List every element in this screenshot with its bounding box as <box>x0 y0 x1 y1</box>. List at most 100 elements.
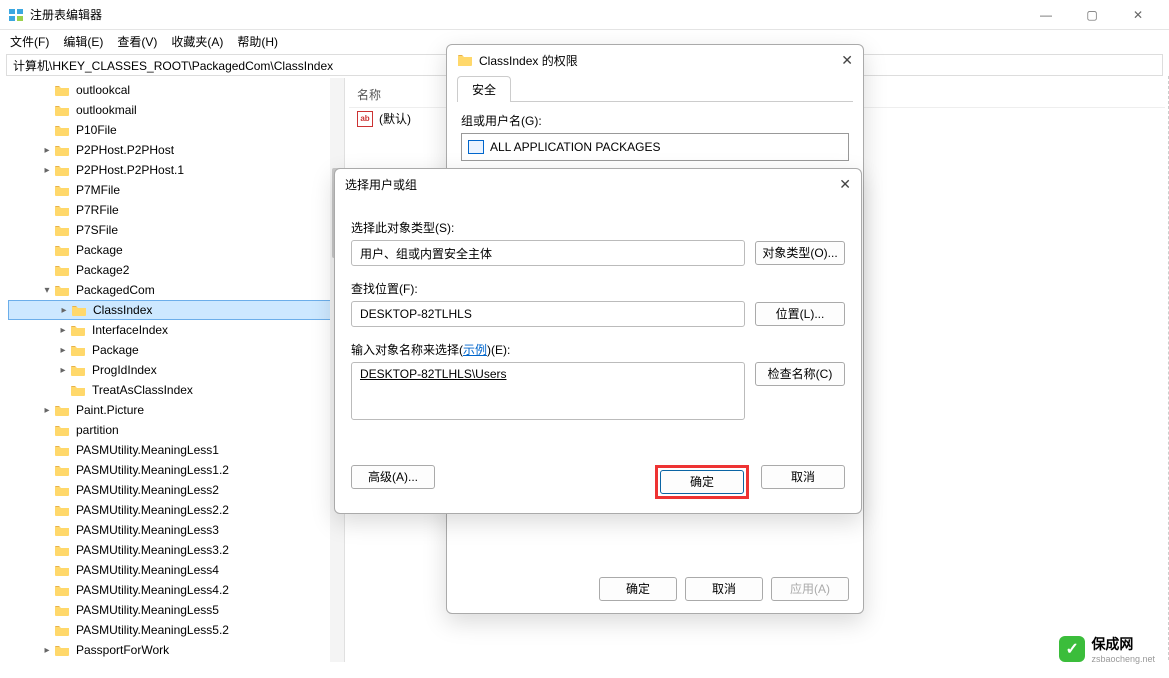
tree-expand-icon[interactable] <box>40 645 54 656</box>
tree-item-package[interactable]: Package <box>8 240 344 260</box>
tree-item-p7rfile[interactable]: P7RFile <box>8 200 344 220</box>
tree-item-label: partition <box>74 423 121 437</box>
permissions-apply-button[interactable]: 应用(A) <box>771 577 849 601</box>
tree-item-p2phostp2phost[interactable]: P2PHost.P2PHost <box>8 140 344 160</box>
folder-icon <box>54 243 70 257</box>
tree-expand-icon[interactable] <box>56 365 70 376</box>
tree-item-label: outlookcal <box>74 83 132 97</box>
locations-button[interactable]: 位置(L)... <box>755 302 845 326</box>
object-names-label: 输入对象名称来选择(示例)(E): <box>351 341 845 358</box>
object-types-button[interactable]: 对象类型(O)... <box>755 241 845 265</box>
select-cancel-button[interactable]: 取消 <box>761 465 845 489</box>
select-dialog-close-icon[interactable]: ✕ <box>839 176 851 193</box>
folder-icon <box>54 463 70 477</box>
tree-expand-icon[interactable] <box>40 145 54 156</box>
tree-item-label: Package2 <box>74 263 131 277</box>
folder-icon <box>54 263 70 277</box>
permissions-cancel-button[interactable]: 取消 <box>685 577 763 601</box>
tree-item-pasmutilitymeaningless42[interactable]: PASMUtility.MeaningLess4.2 <box>8 580 344 600</box>
select-dialog-title: 选择用户或组 <box>345 176 417 193</box>
tree-item-package2[interactable]: Package2 <box>8 260 344 280</box>
select-dialog-titlebar[interactable]: 选择用户或组 ✕ <box>335 169 861 199</box>
examples-link[interactable]: 示例 <box>463 343 487 357</box>
tree-item-packagedcom[interactable]: PackagedCom <box>8 280 344 300</box>
tree-item-pasmutilitymeaningless2[interactable]: PASMUtility.MeaningLess2 <box>8 480 344 500</box>
watermark: 保成网 zsbaocheng.net <box>1059 634 1155 664</box>
location-field: DESKTOP-82TLHLS <box>351 301 745 327</box>
tree-item-treatasclassindex[interactable]: TreatAsClassIndex <box>8 380 344 400</box>
folder-icon <box>54 423 70 437</box>
tree-item-pasmutilitymeaningless22[interactable]: PASMUtility.MeaningLess2.2 <box>8 500 344 520</box>
tree-item-interfaceindex[interactable]: InterfaceIndex <box>8 320 344 340</box>
tree-item-pasmutilitymeaningless5[interactable]: PASMUtility.MeaningLess5 <box>8 600 344 620</box>
check-names-button[interactable]: 检查名称(C) <box>755 362 845 386</box>
tree-expand-icon[interactable] <box>56 345 70 356</box>
folder-icon <box>54 203 70 217</box>
group-or-user-list[interactable]: ALL APPLICATION PACKAGES <box>461 133 849 161</box>
package-icon <box>468 140 484 154</box>
menu-favorites[interactable]: 收藏夹(A) <box>165 31 229 52</box>
menu-help[interactable]: 帮助(H) <box>231 31 284 52</box>
tree-expand-icon[interactable] <box>40 405 54 416</box>
menu-view[interactable]: 查看(V) <box>111 31 163 52</box>
tree-item-pasmutilitymeaningless4[interactable]: PASMUtility.MeaningLess4 <box>8 560 344 580</box>
tree-item-label: P10File <box>74 123 119 137</box>
permissions-titlebar[interactable]: ClassIndex 的权限 ✕ <box>447 45 863 75</box>
tree-item-label: PASMUtility.MeaningLess2 <box>74 483 221 497</box>
tree-pane[interactable]: outlookcal outlookmail P10File P2PHost.P2PH… <box>0 78 345 662</box>
tree-item-label: PackagedCom <box>74 283 157 297</box>
minimize-button[interactable]: — <box>1023 0 1069 30</box>
tree-item-pasmutilitymeaningless1[interactable]: PASMUtility.MeaningLess1 <box>8 440 344 460</box>
folder-icon <box>54 563 70 577</box>
tree-item-package[interactable]: Package <box>8 340 344 360</box>
tree-item-progidindex[interactable]: ProgIdIndex <box>8 360 344 380</box>
tree-item-label: P7MFile <box>74 183 122 197</box>
folder-icon <box>54 183 70 197</box>
window-title: 注册表编辑器 <box>30 6 1023 23</box>
select-ok-button[interactable]: 确定 <box>660 470 744 494</box>
close-button[interactable]: ✕ <box>1115 0 1161 30</box>
tree-item-passportforwork[interactable]: PassportForWork <box>8 640 344 660</box>
titlebar: 注册表编辑器 — ▢ ✕ <box>0 0 1169 30</box>
tree-item-paintpicture[interactable]: Paint.Picture <box>8 400 344 420</box>
tree-item-outlookmail[interactable]: outlookmail <box>8 100 344 120</box>
tree-expand-icon[interactable] <box>40 285 54 296</box>
permissions-close-icon[interactable]: ✕ <box>841 52 853 69</box>
advanced-button[interactable]: 高级(A)... <box>351 465 435 489</box>
tree-expand-icon[interactable] <box>56 325 70 336</box>
tree-item-pasmutilitymeaningless52[interactable]: PASMUtility.MeaningLess5.2 <box>8 620 344 640</box>
tree-item-partition[interactable]: partition <box>8 420 344 440</box>
folder-icon <box>54 543 70 557</box>
value-name: (默认) <box>379 110 411 127</box>
tree-item-label: PASMUtility.MeaningLess2.2 <box>74 503 231 517</box>
folder-icon <box>54 583 70 597</box>
select-user-group-dialog: 选择用户或组 ✕ 选择此对象类型(S): 用户、组或内置安全主体 对象类型(O)… <box>334 168 862 514</box>
tree-item-p10file[interactable]: P10File <box>8 120 344 140</box>
tree-item-pasmutilitymeaningless3[interactable]: PASMUtility.MeaningLess3 <box>8 520 344 540</box>
tree-item-label: TreatAsClassIndex <box>90 383 195 397</box>
tree-item-label: outlookmail <box>74 103 139 117</box>
tree-item-pasmutilitymeaningless12[interactable]: PASMUtility.MeaningLess1.2 <box>8 460 344 480</box>
tree-item-classindex[interactable]: ClassIndex <box>8 300 344 320</box>
object-names-input[interactable]: DESKTOP-82TLHLS\Users <box>351 362 745 420</box>
folder-icon <box>54 523 70 537</box>
permissions-ok-button[interactable]: 确定 <box>599 577 677 601</box>
menu-edit[interactable]: 编辑(E) <box>57 31 109 52</box>
tree-item-p7sfile[interactable]: P7SFile <box>8 220 344 240</box>
tree-item-pasmutilitymeaningless32[interactable]: PASMUtility.MeaningLess3.2 <box>8 540 344 560</box>
menu-file[interactable]: 文件(F) <box>4 31 55 52</box>
folder-icon <box>70 363 86 377</box>
tree-item-p7mfile[interactable]: P7MFile <box>8 180 344 200</box>
tree-item-label: P7RFile <box>74 203 121 217</box>
maximize-button[interactable]: ▢ <box>1069 0 1115 30</box>
permissions-title: ClassIndex 的权限 <box>479 52 578 69</box>
tree-item-label: Paint.Picture <box>74 403 146 417</box>
tree-expand-icon[interactable] <box>40 165 54 176</box>
tree-item-label: PASMUtility.MeaningLess4.2 <box>74 583 231 597</box>
ok-button-highlight: 确定 <box>655 465 749 499</box>
tab-security[interactable]: 安全 <box>457 76 511 102</box>
tree-item-label: InterfaceIndex <box>90 323 170 337</box>
tree-item-p2phostp2phost1[interactable]: P2PHost.P2PHost.1 <box>8 160 344 180</box>
tree-expand-icon[interactable] <box>57 305 71 316</box>
tree-item-outlookcal[interactable]: outlookcal <box>8 80 344 100</box>
